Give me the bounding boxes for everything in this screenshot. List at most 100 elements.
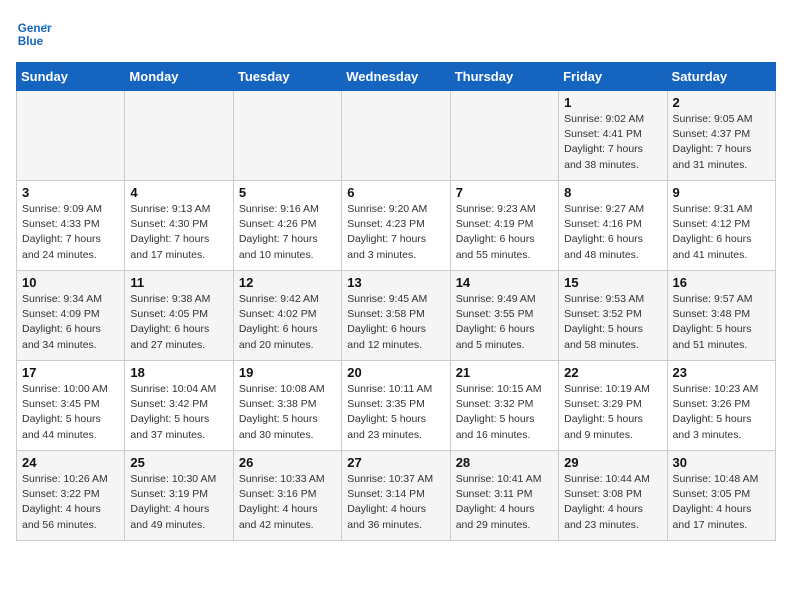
day-number: 6 bbox=[347, 185, 444, 200]
day-number: 14 bbox=[456, 275, 553, 290]
calendar-cell: 18 Sunrise: 10:04 AM Sunset: 3:42 PM Dayl… bbox=[125, 361, 233, 451]
day-info: Sunrise: 10:48 AM Sunset: 3:05 PM Daylig… bbox=[673, 472, 770, 533]
day-info: Sunrise: 9:38 AM Sunset: 4:05 PM Dayligh… bbox=[130, 292, 227, 353]
logo-icon: General Blue bbox=[16, 16, 52, 52]
calendar-cell: 17 Sunrise: 10:00 AM Sunset: 3:45 PM Dayl… bbox=[17, 361, 125, 451]
calendar-cell: 26 Sunrise: 10:33 AM Sunset: 3:16 PM Dayl… bbox=[233, 451, 341, 541]
calendar-cell bbox=[233, 91, 341, 181]
calendar-cell: 8Sunrise: 9:27 AM Sunset: 4:16 PM Daylig… bbox=[559, 181, 667, 271]
day-info: Sunrise: 10:33 AM Sunset: 3:16 PM Daylig… bbox=[239, 472, 336, 533]
day-info: Sunrise: 10:26 AM Sunset: 3:22 PM Daylig… bbox=[22, 472, 119, 533]
day-info: Sunrise: 9:31 AM Sunset: 4:12 PM Dayligh… bbox=[673, 202, 770, 263]
day-number: 9 bbox=[673, 185, 770, 200]
day-number: 5 bbox=[239, 185, 336, 200]
day-header-friday: Friday bbox=[559, 63, 667, 91]
day-info: Sunrise: 9:34 AM Sunset: 4:09 PM Dayligh… bbox=[22, 292, 119, 353]
calendar-cell: 19 Sunrise: 10:08 AM Sunset: 3:38 PM Dayl… bbox=[233, 361, 341, 451]
day-info: Sunrise: 9:13 AM Sunset: 4:30 PM Dayligh… bbox=[130, 202, 227, 263]
calendar-cell: 1 Sunrise: 9:02 AM Sunset: 4:41 PM Daylig… bbox=[559, 91, 667, 181]
calendar-cell: 5 Sunrise: 9:16 AM Sunset: 4:26 PM Daylig… bbox=[233, 181, 341, 271]
day-number: 28 bbox=[456, 455, 553, 470]
day-info: Sunrise: 10:15 AM Sunset: 3:32 PM Daylig… bbox=[456, 382, 553, 443]
calendar-cell: 10Sunrise: 9:34 AM Sunset: 4:09 PM Dayli… bbox=[17, 271, 125, 361]
calendar-cell: 25Sunrise: 10:30 AM Sunset: 3:19 PM Dayl… bbox=[125, 451, 233, 541]
day-info: Sunrise: 9:05 AM Sunset: 4:37 PM Dayligh… bbox=[673, 112, 770, 173]
calendar-table: SundayMondayTuesdayWednesdayThursdayFrid… bbox=[16, 62, 776, 541]
day-info: Sunrise: 9:09 AM Sunset: 4:33 PM Dayligh… bbox=[22, 202, 119, 263]
page-header: General Blue bbox=[16, 16, 776, 52]
day-header-monday: Monday bbox=[125, 63, 233, 91]
day-number: 1 bbox=[564, 95, 661, 110]
calendar-cell: 24 Sunrise: 10:26 AM Sunset: 3:22 PM Dayl… bbox=[17, 451, 125, 541]
day-number: 11 bbox=[130, 275, 227, 290]
calendar-cell: 16Sunrise: 9:57 AM Sunset: 3:48 PM Dayli… bbox=[667, 271, 775, 361]
day-info: Sunrise: 9:53 AM Sunset: 3:52 PM Dayligh… bbox=[564, 292, 661, 353]
calendar-cell: 14 Sunrise: 9:49 AM Sunset: 3:55 PM Dayli… bbox=[450, 271, 558, 361]
day-number: 18 bbox=[130, 365, 227, 380]
calendar-cell: 6 Sunrise: 9:20 AM Sunset: 4:23 PM Daylig… bbox=[342, 181, 450, 271]
day-info: Sunrise: 10:19 AM Sunset: 3:29 PM Daylig… bbox=[564, 382, 661, 443]
day-info: Sunrise: 9:42 AM Sunset: 4:02 PM Dayligh… bbox=[239, 292, 336, 353]
calendar-cell: 22 Sunrise: 10:19 AM Sunset: 3:29 PM Dayl… bbox=[559, 361, 667, 451]
day-info: Sunrise: 10:23 AM Sunset: 3:26 PM Daylig… bbox=[673, 382, 770, 443]
day-info: Sunrise: 10:44 AM Sunset: 3:08 PM Daylig… bbox=[564, 472, 661, 533]
day-number: 25 bbox=[130, 455, 227, 470]
logo: General Blue bbox=[16, 16, 58, 52]
day-number: 23 bbox=[673, 365, 770, 380]
day-number: 2 bbox=[673, 95, 770, 110]
calendar-cell: 27 Sunrise: 10:37 AM Sunset: 3:14 PM Dayl… bbox=[342, 451, 450, 541]
day-number: 22 bbox=[564, 365, 661, 380]
day-number: 26 bbox=[239, 455, 336, 470]
calendar-cell bbox=[125, 91, 233, 181]
calendar-cell: 3 Sunrise: 9:09 AM Sunset: 4:33 PM Daylig… bbox=[17, 181, 125, 271]
day-info: Sunrise: 9:57 AM Sunset: 3:48 PM Dayligh… bbox=[673, 292, 770, 353]
day-number: 15 bbox=[564, 275, 661, 290]
day-header-saturday: Saturday bbox=[667, 63, 775, 91]
calendar-cell: 4 Sunrise: 9:13 AM Sunset: 4:30 PM Daylig… bbox=[125, 181, 233, 271]
day-number: 19 bbox=[239, 365, 336, 380]
calendar-cell bbox=[17, 91, 125, 181]
day-number: 12 bbox=[239, 275, 336, 290]
day-number: 3 bbox=[22, 185, 119, 200]
day-info: Sunrise: 10:00 AM Sunset: 3:45 PM Daylig… bbox=[22, 382, 119, 443]
day-number: 17 bbox=[22, 365, 119, 380]
day-header-thursday: Thursday bbox=[450, 63, 558, 91]
day-header-wednesday: Wednesday bbox=[342, 63, 450, 91]
calendar-cell: 30 Sunrise: 10:48 AM Sunset: 3:05 PM Dayl… bbox=[667, 451, 775, 541]
day-info: Sunrise: 9:45 AM Sunset: 3:58 PM Dayligh… bbox=[347, 292, 444, 353]
day-info: Sunrise: 10:08 AM Sunset: 3:38 PM Daylig… bbox=[239, 382, 336, 443]
day-number: 4 bbox=[130, 185, 227, 200]
day-number: 24 bbox=[22, 455, 119, 470]
calendar-cell: 12 Sunrise: 9:42 AM Sunset: 4:02 PM Dayli… bbox=[233, 271, 341, 361]
svg-text:Blue: Blue bbox=[18, 35, 44, 48]
day-number: 27 bbox=[347, 455, 444, 470]
day-info: Sunrise: 9:23 AM Sunset: 4:19 PM Dayligh… bbox=[456, 202, 553, 263]
calendar-cell bbox=[450, 91, 558, 181]
day-info: Sunrise: 10:37 AM Sunset: 3:14 PM Daylig… bbox=[347, 472, 444, 533]
calendar-cell: 21 Sunrise: 10:15 AM Sunset: 3:32 PM Dayl… bbox=[450, 361, 558, 451]
day-info: Sunrise: 10:04 AM Sunset: 3:42 PM Daylig… bbox=[130, 382, 227, 443]
calendar-cell: 2 Sunrise: 9:05 AM Sunset: 4:37 PM Daylig… bbox=[667, 91, 775, 181]
calendar-cell: 29 Sunrise: 10:44 AM Sunset: 3:08 PM Dayl… bbox=[559, 451, 667, 541]
day-info: Sunrise: 9:49 AM Sunset: 3:55 PM Dayligh… bbox=[456, 292, 553, 353]
day-info: Sunrise: 9:02 AM Sunset: 4:41 PM Dayligh… bbox=[564, 112, 661, 173]
calendar-cell: 11 Sunrise: 9:38 AM Sunset: 4:05 PM Dayli… bbox=[125, 271, 233, 361]
day-header-sunday: Sunday bbox=[17, 63, 125, 91]
day-number: 29 bbox=[564, 455, 661, 470]
day-info: Sunrise: 10:41 AM Sunset: 3:11 PM Daylig… bbox=[456, 472, 553, 533]
day-number: 7 bbox=[456, 185, 553, 200]
day-number: 21 bbox=[456, 365, 553, 380]
calendar-cell: 28 Sunrise: 10:41 AM Sunset: 3:11 PM Dayl… bbox=[450, 451, 558, 541]
calendar-cell: 13 Sunrise: 9:45 AM Sunset: 3:58 PM Dayli… bbox=[342, 271, 450, 361]
day-number: 20 bbox=[347, 365, 444, 380]
day-number: 30 bbox=[673, 455, 770, 470]
day-info: Sunrise: 9:20 AM Sunset: 4:23 PM Dayligh… bbox=[347, 202, 444, 263]
day-info: Sunrise: 9:16 AM Sunset: 4:26 PM Dayligh… bbox=[239, 202, 336, 263]
calendar-cell: 9 Sunrise: 9:31 AM Sunset: 4:12 PM Daylig… bbox=[667, 181, 775, 271]
svg-text:General: General bbox=[18, 22, 52, 35]
day-number: 13 bbox=[347, 275, 444, 290]
day-info: Sunrise: 9:27 AM Sunset: 4:16 PM Dayligh… bbox=[564, 202, 661, 263]
calendar-cell: 7 Sunrise: 9:23 AM Sunset: 4:19 PM Daylig… bbox=[450, 181, 558, 271]
day-info: Sunrise: 10:11 AM Sunset: 3:35 PM Daylig… bbox=[347, 382, 444, 443]
day-header-tuesday: Tuesday bbox=[233, 63, 341, 91]
